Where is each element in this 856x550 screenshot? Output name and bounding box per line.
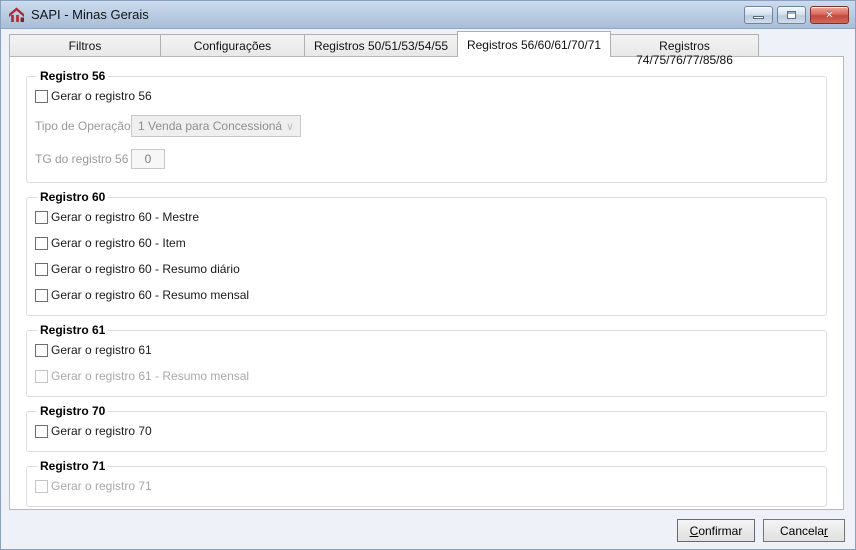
checkbox-row-gerar-o-registro-60-mestre: Gerar o registro 60 - Mestre — [35, 210, 818, 224]
checkbox-gerar-o-registro-61[interactable] — [35, 343, 48, 357]
field-label: TG do registro 56 — [35, 152, 129, 166]
checkbox-label: Gerar o registro 71 — [51, 479, 152, 493]
window: { "window": { "title": "SAPI - Minas Ger… — [0, 0, 856, 550]
checkbox-gerar-o-registro-56[interactable] — [35, 89, 48, 103]
confirm-button-label: Confirmar — [689, 523, 743, 538]
checkbox-row-gerar-o-registro-60-resumo-mensal: Gerar o registro 60 - Resumo mensal — [35, 288, 818, 302]
group-title: Registro 56 — [40, 69, 106, 83]
checkbox-gerar-o-registro-60-mestre[interactable] — [35, 210, 48, 224]
group-title: Registro 70 — [40, 404, 106, 418]
group-title: Registro 71 — [40, 459, 106, 473]
close-button[interactable]: ✕ — [810, 6, 849, 24]
tab-bar: Filtros Configurações Registros 50/51/53/5… — [9, 29, 855, 67]
checkbox-label: Gerar o registro 60 - Resumo mensal — [51, 288, 250, 302]
tab-page-registros-56-60-61-70-71: Registro 56 Gerar o registro 56 Tipo de Op… — [9, 56, 844, 510]
checkbox-label: Gerar o registro 56 — [51, 89, 152, 103]
tab-label: Registros 56/60/61/70/71 — [466, 38, 602, 52]
checkbox-label: Gerar o registro 70 — [51, 424, 152, 438]
checkbox-label: Gerar o registro 60 - Mestre — [51, 210, 200, 224]
window-controls: ✕ — [744, 6, 849, 24]
group-title: Registro 61 — [40, 323, 106, 337]
group-registro-60: Registro 60 Gerar o registro 60 - Mestre G… — [26, 190, 827, 316]
group-registro-61: Registro 61 Gerar o registro 61 Gerar o re… — [26, 323, 827, 397]
checkbox-row-gerar-o-registro-71: Gerar o registro 71 — [35, 479, 818, 493]
tab-filtros[interactable]: Filtros — [9, 34, 161, 56]
group-registro-71: Registro 71 Gerar o registro 71 — [26, 459, 827, 507]
checkbox-label: Gerar o registro 61 - Resumo mensal — [51, 369, 250, 383]
checkbox-row-gerar-o-registro-70: Gerar o registro 70 — [35, 424, 818, 438]
checkbox-row-gerar-o-registro-61: Gerar o registro 61 — [35, 343, 818, 357]
checkbox-row-gerar-o-registro-56: Gerar o registro 56 — [35, 89, 818, 103]
checkbox-row-gerar-o-registro-60-resumo-diario: Gerar o registro 60 - Resumo diário — [35, 262, 818, 276]
field-label: Tipo de Operação — [35, 119, 131, 133]
checkbox-gerar-o-registro-70[interactable] — [35, 424, 48, 438]
checkbox-label: Gerar o registro 61 — [51, 343, 152, 357]
tab-label: Filtros — [68, 39, 102, 53]
group-title: Registro 60 — [40, 190, 106, 204]
app-logo-icon — [8, 6, 25, 23]
checkbox-label: Gerar o registro 60 - Item — [51, 236, 186, 250]
tab-label: Configurações — [193, 39, 272, 53]
checkbox-row-gerar-o-registro-60-item: Gerar o registro 60 - Item — [35, 236, 818, 250]
tab-label: Registros 74/75/76/77/85/86 — [636, 39, 733, 67]
minimize-icon — [753, 16, 764, 19]
minimize-button[interactable] — [744, 6, 773, 24]
checkbox-gerar-o-registro-60-item[interactable] — [35, 236, 48, 250]
confirm-button[interactable]: Confirmar — [677, 519, 755, 542]
checkbox-row-gerar-o-registro-61-resumo-mensal: Gerar o registro 61 - Resumo mensal — [35, 369, 818, 383]
tab-label: Registros 50/51/53/54/55 — [313, 39, 449, 53]
checkbox-gerar-o-registro-60-resumo-mensal[interactable] — [35, 288, 48, 302]
checkbox-gerar-o-registro-61-resumo-mensal — [35, 369, 48, 383]
field-row-tg-do-registro-56: TG do registro 56 0 — [35, 149, 818, 169]
select-value: 1 Venda para Concessionária — [138, 119, 282, 133]
maximize-button[interactable] — [777, 6, 806, 24]
titlebar: SAPI - Minas Gerais ✕ — [1, 1, 855, 29]
checkbox-gerar-o-registro-60-resumo-diario[interactable] — [35, 262, 48, 276]
tab-registros-56-60-61-70-71[interactable]: Registros 56/60/61/70/71 — [457, 31, 611, 57]
tipo-de-operacao-select: 1 Venda para Concessionária ∨ — [131, 115, 301, 137]
checkbox-label: Gerar o registro 60 - Resumo diário — [51, 262, 240, 276]
tg-do-registro-56-input: 0 — [131, 149, 165, 169]
chevron-down-icon: ∨ — [285, 120, 294, 133]
maximize-icon — [787, 11, 796, 19]
tab-registros-50-51-53-54-55[interactable]: Registros 50/51/53/54/55 — [304, 34, 458, 56]
footer: Confirmar Cancelar — [677, 519, 845, 542]
window-title: SAPI - Minas Gerais — [31, 7, 149, 22]
cancel-button[interactable]: Cancelar — [763, 519, 845, 542]
group-registro-56: Registro 56 Gerar o registro 56 Tipo de Op… — [26, 69, 827, 183]
checkbox-gerar-o-registro-71 — [35, 479, 48, 493]
cancel-button-label: Cancelar — [779, 523, 829, 538]
field-row-tipo-de-operacao: Tipo de Operação 1 Venda para Concessioná… — [35, 115, 818, 137]
tab-configuracoes[interactable]: Configurações — [160, 34, 305, 56]
group-registro-70: Registro 70 Gerar o registro 70 — [26, 404, 827, 452]
close-icon: ✕ — [825, 9, 834, 21]
tab-registros-74-75-76-77-85-86[interactable]: Registros 74/75/76/77/85/86 — [610, 34, 759, 67]
